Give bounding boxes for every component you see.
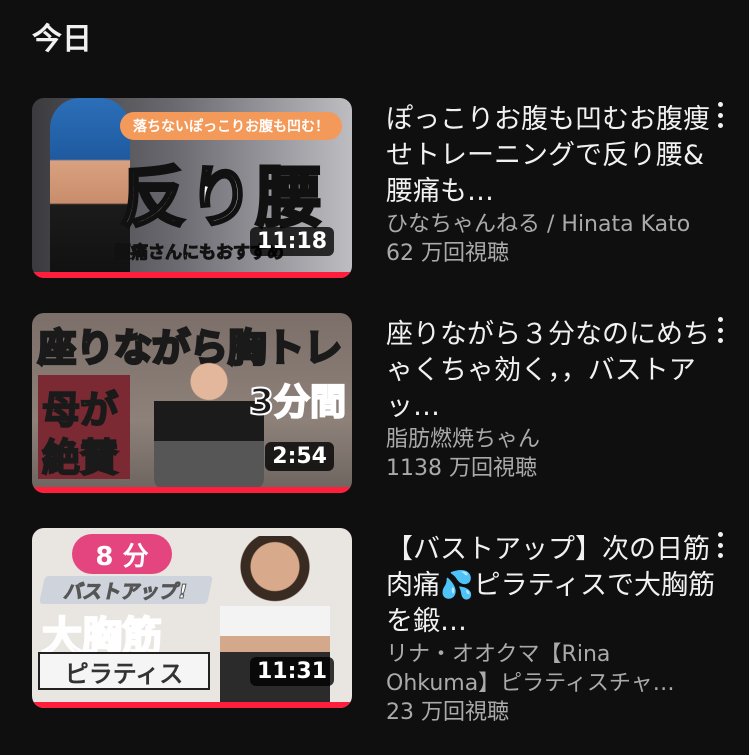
watch-progress-bar (32, 702, 352, 708)
thumbnail-block-text: 絶賛 (41, 435, 119, 481)
video-title[interactable]: 【バストアップ】次の日筋肉痛💦ピラティスで大胸筋を鍛… (386, 532, 716, 640)
video-thumbnail[interactable]: 座りながら胸トレ 母が 絶賛 3分間 2:54 (32, 313, 352, 493)
thumbnail-headline: 反り腰 (119, 158, 324, 238)
channel-name[interactable]: リナ・オオクマ【Rina Ohkuma】ピラティスチャ… (386, 640, 716, 698)
thumbnail-banner-text: 落ちないぽっこりお腹も凹む！ (120, 112, 342, 140)
section-title-today: 今日 (32, 22, 92, 57)
more-options-icon[interactable] (713, 532, 727, 558)
more-options-icon[interactable] (713, 317, 727, 343)
video-title[interactable]: 座りながら３分なのにめちゃくちゃ効く，，バストアッ… (386, 317, 716, 425)
thumbnail-block-text: 母が (41, 387, 119, 433)
channel-name[interactable]: ひなちゃんねる / Hinata Kato (386, 210, 716, 239)
duration-badge: 2:54 (265, 442, 334, 471)
thumbnail-person-image (154, 361, 264, 489)
thumbnail-strip-text: バストアップ! (39, 576, 213, 604)
view-count: 62 万回視聴 (386, 241, 509, 266)
video-title[interactable]: ぽっこりお腹も凹むお腹痩せトレーニングで反り腰&腰痛も… (386, 102, 716, 210)
thumbnail-pill-text: 8 分 (72, 534, 172, 574)
thumbnail-time-text: 3分間 (248, 381, 347, 424)
duration-badge: 11:31 (249, 657, 334, 686)
view-count: 23 万回視聴 (386, 700, 509, 725)
duration-badge: 11:18 (249, 227, 334, 256)
watch-progress-bar (32, 272, 352, 278)
video-thumbnail[interactable]: 落ちないぽっこりお腹も凹む！ 反り腰 腰痛さんにもおすすめ 11:18 (32, 98, 352, 278)
more-options-icon[interactable] (713, 102, 727, 128)
view-count: 1138 万回視聴 (386, 456, 537, 481)
thumbnail-subtext: ピラティス (38, 652, 210, 690)
video-thumbnail[interactable]: 8 分 バストアップ! 大胸筋 ピラティス 11:31 (32, 528, 352, 708)
thumbnail-block: 母が 絶賛 (38, 375, 130, 481)
channel-name[interactable]: 脂肪燃焼ちゃん (386, 425, 716, 454)
watch-progress-bar (32, 487, 352, 493)
